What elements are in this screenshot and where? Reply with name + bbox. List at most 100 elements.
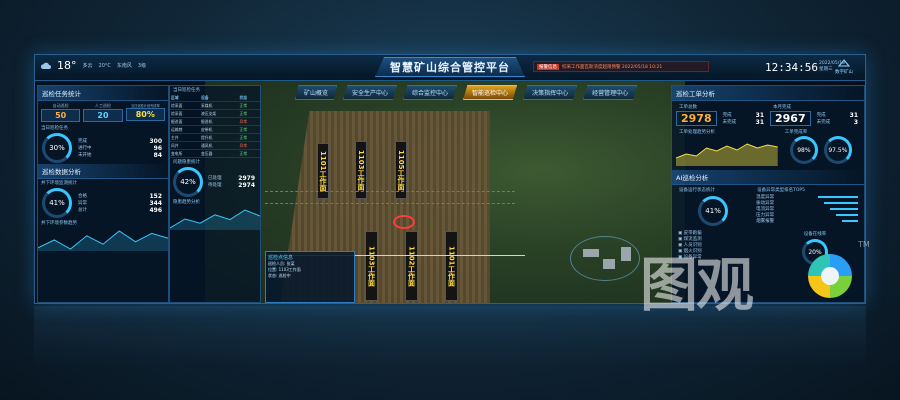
kv-row: 完成 31 — [721, 112, 766, 119]
sub-title: 井下环境监测统计 — [41, 181, 77, 186]
rate-ring: 98% — [789, 136, 818, 164]
table-header-row: 区域 设备 状态 — [170, 94, 260, 102]
main-nav: 矿山概览 安全生产中心 综合监控中心 智能巡检中心 决策指挥中心 经营管理中心 — [295, 85, 638, 100]
table-cell: 主井 — [170, 133, 200, 142]
sub-title: 设备异常类型排名TOP5 — [757, 188, 805, 193]
kv-label: 进行中 — [78, 145, 92, 151]
tab-command[interactable]: 决策指挥中心 — [523, 85, 578, 100]
kv-row: 进行中 96 — [76, 145, 164, 152]
tab-safety[interactable]: 安全生产中心 — [343, 85, 398, 100]
tab-operations[interactable]: 经营管理中心 — [583, 85, 638, 100]
watermark-logo — [808, 254, 852, 298]
weather-item: 3级 — [137, 63, 147, 69]
kv-label: 总计 — [78, 207, 87, 213]
stat-value: 20 — [83, 109, 123, 122]
section-title: 巡检任务统计 — [38, 86, 168, 101]
kv-label: 完成 — [78, 138, 87, 144]
table-cell: 掘进面 — [170, 117, 200, 126]
popup-row: 状态: 巡检中 — [268, 273, 291, 278]
ai-row: 设备运行状态统计 41% 设备异常类型排名TOP5 温度异常 振动异常 电流异常 压力… — [672, 185, 864, 229]
ai-rank: 设备异常类型排名TOP5 温度异常 振动异常 电流异常 压力异常 烟雾报警 — [754, 186, 860, 228]
left-detail-panel: 当日巡检任务 区域 设备 状态 综采面 采煤机 正常 综采面 液压支架 正常 掘进面 掘进机异… — [169, 85, 261, 303]
alert-route — [265, 203, 515, 204]
work-face-label: 1103工作面 — [357, 149, 365, 191]
work-face-road[interactable]: 1101工作面 — [445, 231, 458, 301]
tab-inspection[interactable]: 智能巡检中心 — [463, 85, 518, 100]
tab-monitoring[interactable]: 综合监控中心 — [403, 85, 458, 100]
table-cell: 变电所 — [170, 149, 200, 158]
order-stats: 工单总数 2978 完成 31 未完成 31 本月完成 2967 完成 31 未完成 3 — [672, 101, 864, 128]
stat-value: 50 — [41, 109, 81, 122]
env-list: 合格 152 异常 344 总计 496 — [76, 193, 164, 214]
kv-row: 总计 496 — [76, 207, 164, 214]
page-title: 智慧矿山综合管控平台 — [375, 57, 525, 77]
env-trend-chart — [37, 230, 169, 251]
kv-value: 496 — [149, 206, 162, 214]
kv-label: 待处理 — [208, 183, 222, 188]
alert-marker[interactable] — [393, 215, 415, 229]
kv-label: 异常 — [78, 200, 87, 206]
kv-value: 300 — [149, 137, 162, 145]
table-row[interactable]: 运输巷 皮带机 正常 — [170, 125, 260, 134]
popup-title: 巡检点信息 — [268, 255, 294, 261]
cloud-icon — [41, 62, 51, 69]
progress-ring: 30% — [42, 133, 72, 163]
building — [621, 247, 631, 261]
watermark-text: 图观 — [640, 251, 754, 319]
alarm-ticker[interactable]: 报警信息 综采工作面瓦斯浓度超限预警 2022/05/18 10:21 — [533, 61, 709, 72]
table-cell: 液压支架 — [200, 109, 239, 118]
weather-item: 多云 — [82, 63, 93, 69]
fault-block: 42% 已处理 2979 待处理 2974 — [170, 166, 260, 198]
table-cell: 变压器 — [200, 149, 239, 158]
alert-route — [265, 191, 515, 192]
order-trend-row: 工单处理趋势分析 工单完成率 98% 97.5% — [672, 128, 864, 170]
col-header: 设备 — [200, 94, 239, 102]
mine-map[interactable]: 1101工作面 1103工作面 1105工作面 1103工作面 1102工作面 … — [205, 81, 685, 303]
table-row[interactable]: 掘进面 掘进机 异常 — [170, 117, 260, 126]
table-row[interactable]: 变电所 变压器 正常 — [170, 149, 260, 158]
kv-value: 152 — [149, 192, 162, 200]
ai-ring: 41% — [698, 196, 729, 226]
table-cell: 正常 — [238, 109, 260, 118]
kv-row: 异常 344 — [76, 200, 164, 207]
kv-row: 未开始 84 — [76, 152, 164, 159]
table-cell: 正常 — [238, 133, 260, 142]
kv-row: 完成 300 — [76, 138, 164, 145]
table-row[interactable]: 综采面 采煤机 正常 — [170, 101, 260, 110]
tab-overview[interactable]: 矿山概览 — [295, 85, 338, 100]
work-face-road[interactable]: 1103工作面 — [365, 231, 378, 301]
kv-row: 未完成 3 — [815, 119, 860, 126]
sub-title: 当日巡检任务 — [173, 88, 200, 93]
table-cell: 正常 — [238, 125, 260, 134]
weather-item: 东南风 — [116, 63, 132, 69]
header-bar: 18° 多云 20°C 东南风 3级 智慧矿山综合管控平台 报警信息 综采工作面… — [35, 55, 865, 81]
table-row[interactable]: 综采面 液压支架 正常 — [170, 109, 260, 118]
kv-label: 已处理 — [208, 176, 222, 181]
clock: 12:34:56 — [765, 61, 818, 74]
temperature: 18° — [57, 59, 77, 72]
order-month: 2967 — [770, 111, 811, 126]
brand-icon — [837, 59, 851, 67]
col-header: 状态 — [238, 94, 260, 102]
sub-title: 工单处理趋势分析 — [679, 130, 715, 135]
info-popup[interactable]: 巡检点信息 巡检人员: 张某 位置: 1103工作面 状态: 巡检中 — [265, 251, 355, 303]
kv-row: 已处理 2979 — [206, 175, 257, 182]
left-panel: 巡检任务统计 自动巡检 50 人工巡检 20 当日巡检计划完成率 80% 当日巡检任务… — [37, 85, 169, 303]
rank-list: 温度异常 振动异常 电流异常 压力异常 烟雾报警 — [754, 194, 860, 224]
work-face-label: 1101工作面 — [447, 245, 456, 287]
table-row[interactable]: 主井 提升机 正常 — [170, 133, 260, 142]
env-block: 41% 合格 152 异常 344 总计 496 — [38, 187, 168, 219]
weather-widget: 18° 多云 20°C 东南风 3级 — [41, 59, 146, 72]
table-cell: 皮带机 — [200, 125, 239, 134]
kv-value: 344 — [149, 199, 162, 207]
table-row[interactable]: 风井 通风机 异常 — [170, 141, 260, 150]
kv-value: 3 — [853, 118, 858, 126]
kv-label: 完成 — [816, 112, 826, 118]
table-cell: 提升机 — [200, 133, 239, 142]
kv-label: 完成 — [722, 112, 732, 118]
brand-logo: 数字矿山 — [835, 59, 853, 75]
work-face-label: 1103工作面 — [367, 245, 376, 287]
work-face-road[interactable]: 1102工作面 — [405, 231, 418, 301]
table-cell: 采煤机 — [200, 101, 239, 110]
stat-label: 当日巡检计划完成率 — [130, 104, 160, 108]
